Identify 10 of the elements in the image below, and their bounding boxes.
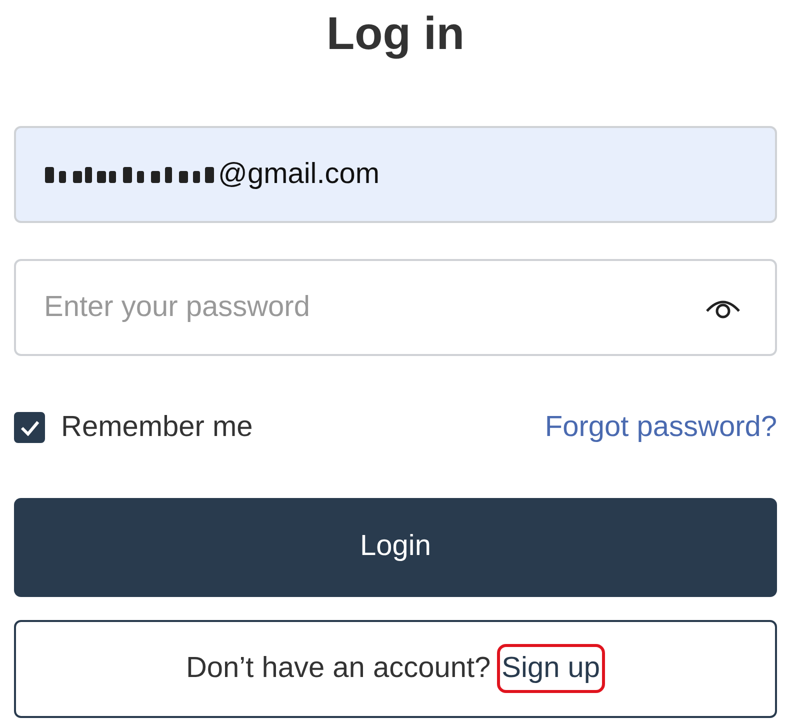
login-button[interactable]: Login	[14, 498, 777, 596]
remember-checkbox[interactable]	[14, 412, 45, 444]
check-icon	[20, 420, 40, 436]
password-field[interactable]: Enter your password	[14, 259, 777, 356]
email-field[interactable]: @gmail.com	[14, 126, 777, 223]
page-title: Log in	[326, 6, 466, 61]
forgot-password-link[interactable]: Forgot password?	[544, 406, 777, 450]
signup-prompt: Don’t have an account?	[186, 650, 491, 686]
signup-link[interactable]: Sign up	[496, 644, 606, 694]
remember-label: Remember me	[61, 410, 253, 445]
